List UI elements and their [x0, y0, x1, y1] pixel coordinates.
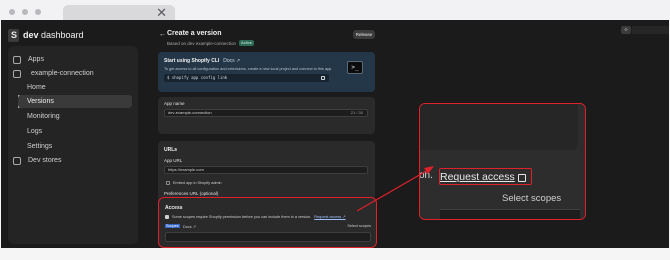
code-toggle-button[interactable]: ‹› [621, 26, 631, 34]
select-scopes-link[interactable]: Select scopes [347, 224, 371, 228]
sidebar-item-label: Apps [28, 56, 44, 63]
sidebar-item-label: Dev stores [28, 157, 62, 164]
app-window: dev dashboard Apps example-connection Ho… [1, 20, 669, 248]
app-name-value: dev-example-connection [168, 110, 212, 115]
app-icon [13, 69, 21, 78]
scopes-docs-link[interactable]: Docs ↗ [183, 224, 196, 229]
apps-icon [13, 55, 21, 64]
release-button[interactable]: Release [353, 30, 375, 39]
sidebar-item-label: example-connection [31, 70, 94, 77]
sidebar-item-home[interactable]: Home [8, 81, 138, 94]
page-title: Create a version [167, 30, 222, 37]
sidebar-item-versions[interactable]: Versions [18, 95, 132, 108]
request-access-link[interactable]: Request access ↗ [314, 214, 345, 219]
close-window-dot[interactable] [9, 9, 15, 15]
minimize-window-dot[interactable] [22, 9, 28, 15]
zoom-request-access-link[interactable]: Request access [439, 168, 532, 185]
cli-command: $ shopify app config link [164, 74, 329, 82]
copy-icon[interactable] [321, 76, 325, 80]
sidebar: dev dashboard Apps example-connection Ho… [1, 20, 148, 248]
subtitle-text: Based on dev example-connection [167, 40, 237, 46]
cli-description: To get access to all configuration and e… [164, 67, 333, 71]
app-name-card: App name dev-example-connection 21 / 30 [158, 97, 375, 134]
zoom-prefix-text: on. [419, 170, 433, 181]
sidebar-item-label: Settings [27, 143, 53, 150]
app-name-label: App name [164, 101, 185, 106]
sidebar-item-apps[interactable]: Apps [8, 53, 138, 66]
sidebar-item-label: Logs [27, 128, 43, 135]
maximize-window-dot[interactable] [35, 9, 41, 15]
char-count: 21 / 30 [350, 110, 363, 115]
status-badge: Active [239, 40, 254, 46]
embed-app-checkbox[interactable] [166, 181, 170, 185]
access-title: Access [165, 205, 183, 211]
zoom-link-text: Request access [440, 170, 515, 183]
zoom-scopes-field [440, 209, 580, 219]
close-tab-icon[interactable]: ✕ [156, 6, 167, 20]
zoom-card-inner [420, 104, 578, 150]
cli-command-text: $ shopify app config link [167, 75, 228, 80]
terminal-icon: >_ [347, 61, 363, 74]
preferences-url-label: Preferences URL (optional) [164, 191, 219, 196]
browser-bottom-bar [0, 248, 670, 260]
sidebar-item-label: Versions [27, 98, 54, 105]
cli-title: Start using Shopify CLI Docs ↗ [164, 58, 240, 64]
zoom-callout: on. Request access Select scopes [419, 103, 586, 220]
browser-titlebar: ✕ [0, 0, 670, 22]
lock-icon [165, 214, 169, 219]
embed-app-label: Embed app in Shopify admin [173, 181, 222, 185]
brand-text: dev dashboard [23, 30, 84, 40]
urls-title: URLs [164, 147, 178, 153]
sidebar-item-dev-stores[interactable]: Dev stores [8, 154, 138, 167]
page-subtitle: Based on dev example-connection Active [167, 40, 254, 46]
app-url-input[interactable]: https://example.com [164, 166, 368, 174]
scopes-input[interactable] [165, 232, 371, 242]
embed-app-row[interactable]: Embed app in Shopify admin [166, 181, 222, 185]
access-note: Some scopes require Shopify permission b… [165, 214, 346, 219]
cli-docs-link[interactable]: Docs ↗ [223, 58, 240, 64]
sidebar-item-logs[interactable]: Logs [8, 125, 138, 138]
access-card: Access Some scopes require Shopify permi… [158, 197, 377, 248]
sidebar-item-label: Monitoring [27, 113, 60, 120]
access-note-text: Some scopes require Shopify permission b… [172, 214, 312, 219]
app-url-label: App URL [164, 158, 183, 163]
sidebar-item-example-connection[interactable]: example-connection [8, 67, 138, 80]
zoom-select-scopes: Select scopes [502, 193, 562, 204]
external-link-icon [517, 173, 526, 182]
app-name-input[interactable]: dev-example-connection 21 / 30 [164, 109, 368, 117]
brand[interactable]: dev dashboard [8, 28, 84, 42]
store-icon [13, 156, 21, 165]
app-url-value: https://example.com [168, 167, 204, 172]
scopes-label: Scopes [165, 224, 180, 228]
back-arrow-icon[interactable]: ← [159, 31, 166, 38]
scopes-row: Scopes Docs ↗ Select scopes [165, 224, 371, 231]
sidebar-nav: Apps example-connection Home Versions Mo… [8, 46, 138, 244]
sidebar-item-label: Home [27, 84, 46, 91]
browser-frame: ✕ dev dashboard Apps example-connection … [0, 0, 670, 260]
top-right-strip [632, 26, 669, 34]
sidebar-item-settings[interactable]: Settings [8, 140, 138, 153]
cli-title-text: Start using Shopify CLI [164, 58, 220, 64]
shopify-bag-icon [8, 28, 19, 42]
cli-card: Start using Shopify CLI Docs ↗ To get ac… [158, 52, 375, 92]
sidebar-item-monitoring[interactable]: Monitoring [8, 110, 138, 123]
